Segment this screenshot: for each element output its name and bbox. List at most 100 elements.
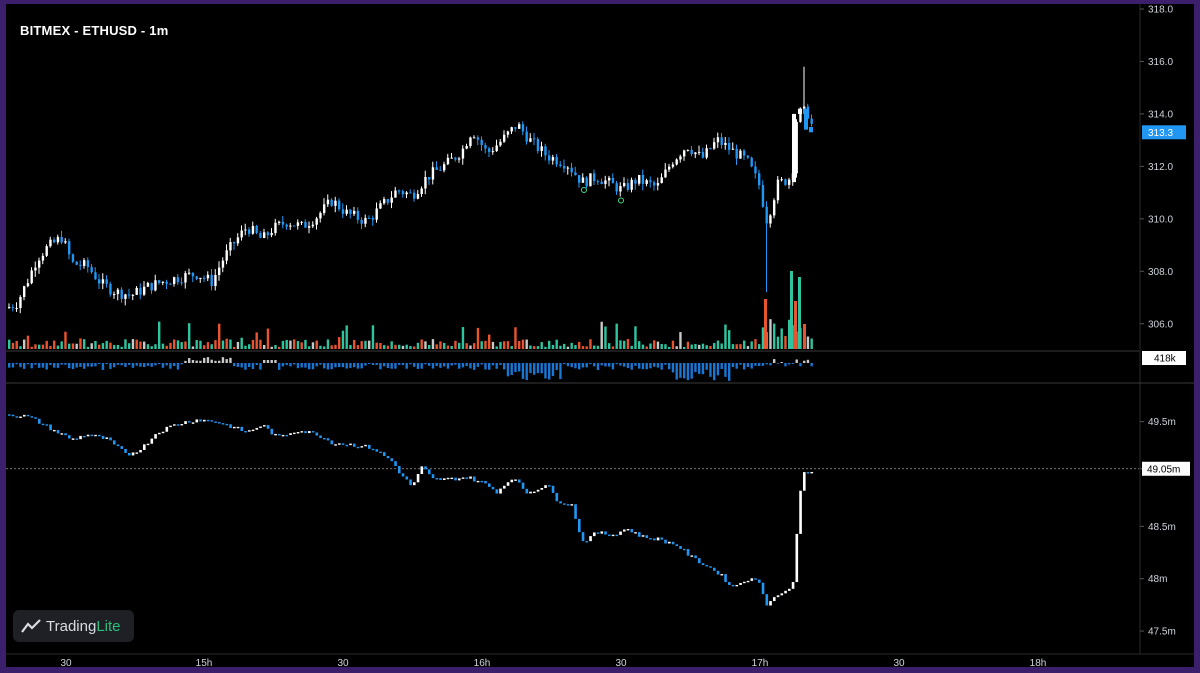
oi-candle [113, 440, 116, 445]
delta-bar [109, 363, 112, 369]
candle-body [49, 239, 52, 247]
oi-candle [791, 582, 795, 589]
volume-bar [248, 344, 251, 349]
price-candle [428, 176, 431, 186]
delta-bar [173, 363, 176, 367]
oi-candle [724, 574, 727, 583]
candle-body [150, 282, 153, 291]
delta-bar [176, 363, 180, 370]
oi-candle [154, 434, 157, 439]
price-candle [435, 161, 438, 170]
volume-bar [713, 342, 716, 349]
delta-bar [285, 363, 288, 366]
candle-body [266, 232, 270, 236]
oi-candle [484, 480, 487, 484]
delta-bar [499, 363, 502, 365]
candle-body [401, 191, 405, 195]
oi-candle [600, 531, 604, 534]
volume-bar [641, 344, 645, 349]
delta-bar [349, 363, 352, 368]
volume-bar [446, 345, 450, 349]
oi-candle [120, 446, 124, 449]
price-candle [360, 217, 363, 230]
candle-body [773, 200, 776, 216]
delta-bar [394, 363, 397, 369]
delta-bar [116, 363, 120, 365]
oi-candle [446, 477, 450, 480]
price-candle [90, 264, 93, 274]
oi-candle [386, 455, 390, 459]
candle-body [293, 225, 296, 227]
volume-bar [90, 343, 93, 349]
candle-body [210, 274, 213, 287]
candle-body [289, 225, 292, 227]
volume-bar [533, 346, 536, 349]
oi-candle [308, 431, 311, 434]
volume-bar [68, 343, 71, 349]
candle-body [461, 148, 465, 159]
volume-bar [559, 345, 562, 349]
oi-candle [240, 426, 244, 432]
price-candle [293, 225, 296, 227]
price-candle [68, 238, 71, 260]
price-candle [364, 214, 367, 228]
candle-body [514, 127, 517, 129]
price-candle [184, 270, 187, 289]
oi-candle [806, 472, 810, 474]
oi-candle [683, 548, 686, 551]
candle-body [45, 246, 48, 256]
price-candle [285, 223, 288, 230]
candle-body [506, 131, 510, 135]
candle-body [585, 177, 588, 187]
price-candle [506, 130, 510, 138]
price-candle [450, 153, 453, 159]
delta-bar [30, 363, 33, 369]
oi-candle [105, 437, 109, 439]
oi-candle [218, 422, 221, 424]
candle-body [446, 157, 450, 165]
oi-candle [743, 581, 746, 584]
delta-bar [450, 363, 453, 366]
delta-bar [124, 363, 127, 367]
logo-text-trading: Trading [46, 617, 97, 635]
oi-candle [293, 432, 296, 435]
candle-body [139, 287, 142, 295]
delta-bar [446, 363, 450, 369]
volume-bar [259, 339, 262, 349]
oi-candle [281, 434, 285, 437]
oi-candle [326, 438, 330, 441]
candle-body [165, 281, 168, 284]
price-candle [600, 178, 603, 185]
chart-svg[interactable]: 318.0 316.0 314.0 312.0 310.0 308.0 306.0 313.3… [6, 4, 1194, 667]
volume-bar [806, 336, 810, 349]
volume-bar [443, 342, 446, 349]
candle-body [105, 279, 108, 284]
candle-body [233, 242, 236, 244]
oi-candle [394, 461, 397, 467]
oi-candle [608, 534, 611, 536]
volume-bar [353, 339, 356, 349]
volume-bar [330, 345, 333, 349]
volume-bar [41, 344, 45, 349]
volume-bar [56, 345, 60, 349]
price-candle [623, 177, 626, 188]
volume-bar [79, 338, 82, 349]
candle-body [428, 177, 431, 180]
oi-candle [405, 476, 409, 480]
oi-candle [604, 531, 607, 535]
volume-bar [476, 327, 480, 349]
candle-body [716, 137, 720, 143]
candle-body [356, 210, 360, 220]
price-candle [593, 169, 596, 186]
volume-bar [128, 343, 131, 349]
delta-bar [150, 363, 153, 367]
delta-bar [383, 363, 386, 367]
volume-bar [180, 342, 183, 349]
price-candle [341, 203, 345, 218]
oi-candle [330, 440, 334, 445]
price-candle [169, 282, 172, 285]
price-candle [788, 177, 791, 189]
volume-bar [401, 345, 405, 349]
volume-bar [244, 345, 247, 349]
oi-candle [454, 477, 457, 481]
